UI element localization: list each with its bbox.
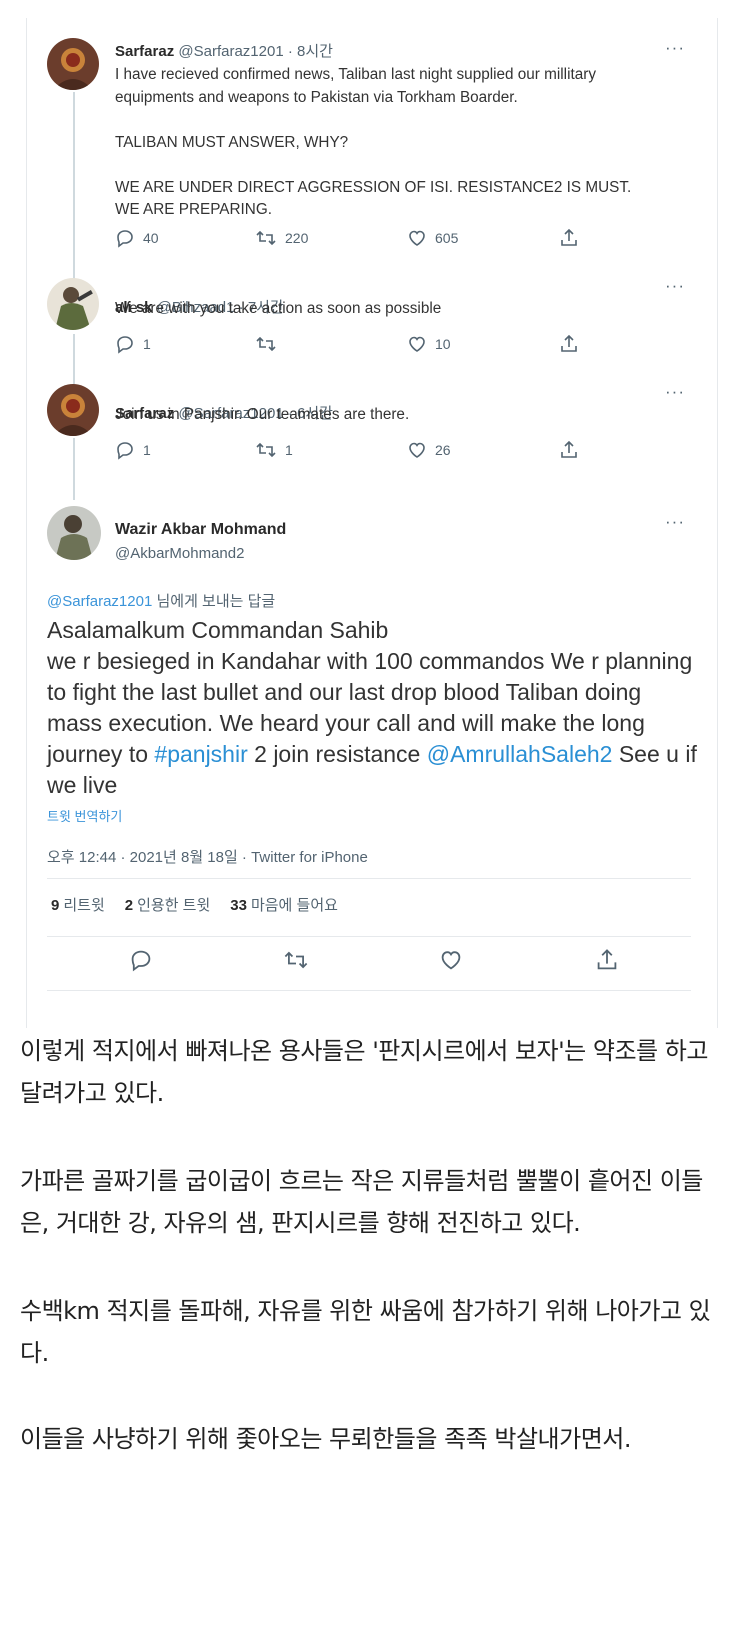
avatar[interactable] [47, 38, 99, 90]
like-stat[interactable]: 33 마음에 들어요 [230, 894, 338, 915]
reply-icon [117, 336, 133, 354]
reply-icon [117, 230, 133, 248]
main-text-part: 2 join resistance [247, 741, 427, 767]
article-paragraph: 수백km 적지를 돌파해, 자유를 위한 싸움에 참가하기 위해 나아가고 있다… [20, 1297, 711, 1367]
divider [47, 936, 691, 937]
reply-to-suffix: 님에게 보내는 답글 [152, 593, 276, 610]
like-count: 10 [435, 336, 451, 352]
divider [47, 990, 691, 991]
main-tweet-text: Asalamalkum Commandan Sahib we r besiege… [47, 615, 697, 801]
more-options-icon[interactable]: ··· [665, 512, 685, 532]
heart-icon[interactable] [439, 948, 463, 972]
tweet-text: Join us in Panjshir. Our teamates are th… [115, 406, 410, 423]
reply-icon[interactable] [129, 948, 153, 972]
heart-icon [409, 336, 425, 352]
divider [47, 878, 691, 879]
user-name[interactable]: Sarfaraz [115, 43, 174, 60]
reply-count: 40 [143, 230, 159, 246]
article-paragraph: 가파른 골짜기를 굽이굽이 흐르는 작은 지류들처럼 뿔뿔이 흩어진 이들은, … [20, 1167, 703, 1237]
retweet-icon[interactable] [283, 948, 309, 972]
heart-icon [409, 230, 425, 246]
retweet-button[interactable] [255, 334, 285, 354]
share-icon [561, 334, 577, 352]
tweet-meta: Sarfaraz @Sarfaraz1201 · 8시간 [115, 40, 333, 61]
retweet-count: 220 [285, 230, 309, 246]
like-button[interactable]: 605 [407, 228, 458, 248]
mention-link[interactable]: @AmrullahSaleh2 [427, 741, 613, 767]
share-button[interactable] [559, 334, 579, 354]
retweet-button[interactable]: 220 [255, 228, 308, 248]
article-paragraph: 이렇게 적지에서 빠져나온 용사들은 '판지시르에서 보자'는 약조를 하고 달… [20, 1037, 708, 1107]
meta-separator: · [287, 43, 293, 60]
retweet-icon [256, 336, 276, 352]
main-user-name[interactable]: Wazir Akbar Mohmand [115, 521, 286, 539]
share-icon [561, 228, 577, 246]
tweet-actions: 40 220 605 [115, 228, 595, 254]
reply-count: 1 [143, 442, 151, 458]
share-icon[interactable] [595, 948, 619, 972]
translate-tweet-link[interactable]: 트윗 번역하기 [47, 806, 122, 825]
retweet-button[interactable]: 1 [255, 440, 293, 460]
retweet-icon [256, 230, 276, 246]
like-button[interactable]: 26 [407, 440, 451, 460]
like-button[interactable]: 10 [407, 334, 451, 354]
reply-to-link[interactable]: @Sarfaraz1201 [47, 593, 152, 610]
thread-line [73, 438, 75, 500]
heart-icon [409, 442, 425, 458]
reply-button[interactable]: 40 [115, 228, 159, 248]
user-handle[interactable]: @Sarfaraz1201 [178, 43, 283, 60]
tweet-time[interactable]: 8시간 [297, 43, 333, 60]
main-tweet-actions [47, 948, 697, 974]
tweet-stats: 9 리트윗 2 인용한 트윗 33 마음에 들어요 [51, 894, 338, 915]
tweet-text: We are with you take action as soon as p… [115, 300, 442, 317]
more-options-icon[interactable]: ··· [665, 38, 685, 58]
like-count: 26 [435, 442, 451, 458]
tweet-text: I have recieved confirmed news, Taliban … [115, 66, 632, 218]
more-options-icon[interactable]: ··· [665, 382, 685, 402]
main-user-handle[interactable]: @AkbarMohmand2 [115, 545, 244, 562]
reply-to-line: @Sarfaraz1201 님에게 보내는 답글 [47, 590, 275, 611]
quote-stat[interactable]: 2 인용한 트윗 [125, 894, 211, 915]
retweet-count: 1 [285, 442, 293, 458]
tweet-actions: 1 10 [115, 334, 595, 360]
tweet-actions: 1 1 26 [115, 440, 595, 466]
avatar[interactable] [47, 506, 101, 560]
article-paragraph: 이들을 사냥하기 위해 좇아오는 무뢰한들을 족족 박살내가면서. [20, 1425, 631, 1453]
like-count: 605 [435, 230, 459, 246]
tweet-thread-card: Sarfaraz @Sarfaraz1201 · 8시간 ··· I have … [26, 18, 718, 1028]
tweet-timestamp[interactable]: 오후 12:44 · 2021년 8월 18일 · Twitter for iP… [47, 846, 368, 867]
share-icon [561, 440, 577, 458]
retweet-stat[interactable]: 9 리트윗 [51, 894, 105, 915]
reply-icon [117, 442, 133, 460]
more-options-icon[interactable]: ··· [665, 276, 685, 296]
reply-button[interactable]: 1 [115, 440, 151, 460]
reply-button[interactable]: 1 [115, 334, 151, 354]
avatar[interactable] [47, 384, 99, 436]
share-button[interactable] [559, 440, 579, 460]
hashtag-link[interactable]: #panjshir [154, 741, 247, 767]
thread-line [73, 92, 75, 286]
avatar[interactable] [47, 278, 99, 330]
share-button[interactable] [559, 228, 579, 248]
retweet-icon [256, 442, 276, 458]
reply-count: 1 [143, 336, 151, 352]
